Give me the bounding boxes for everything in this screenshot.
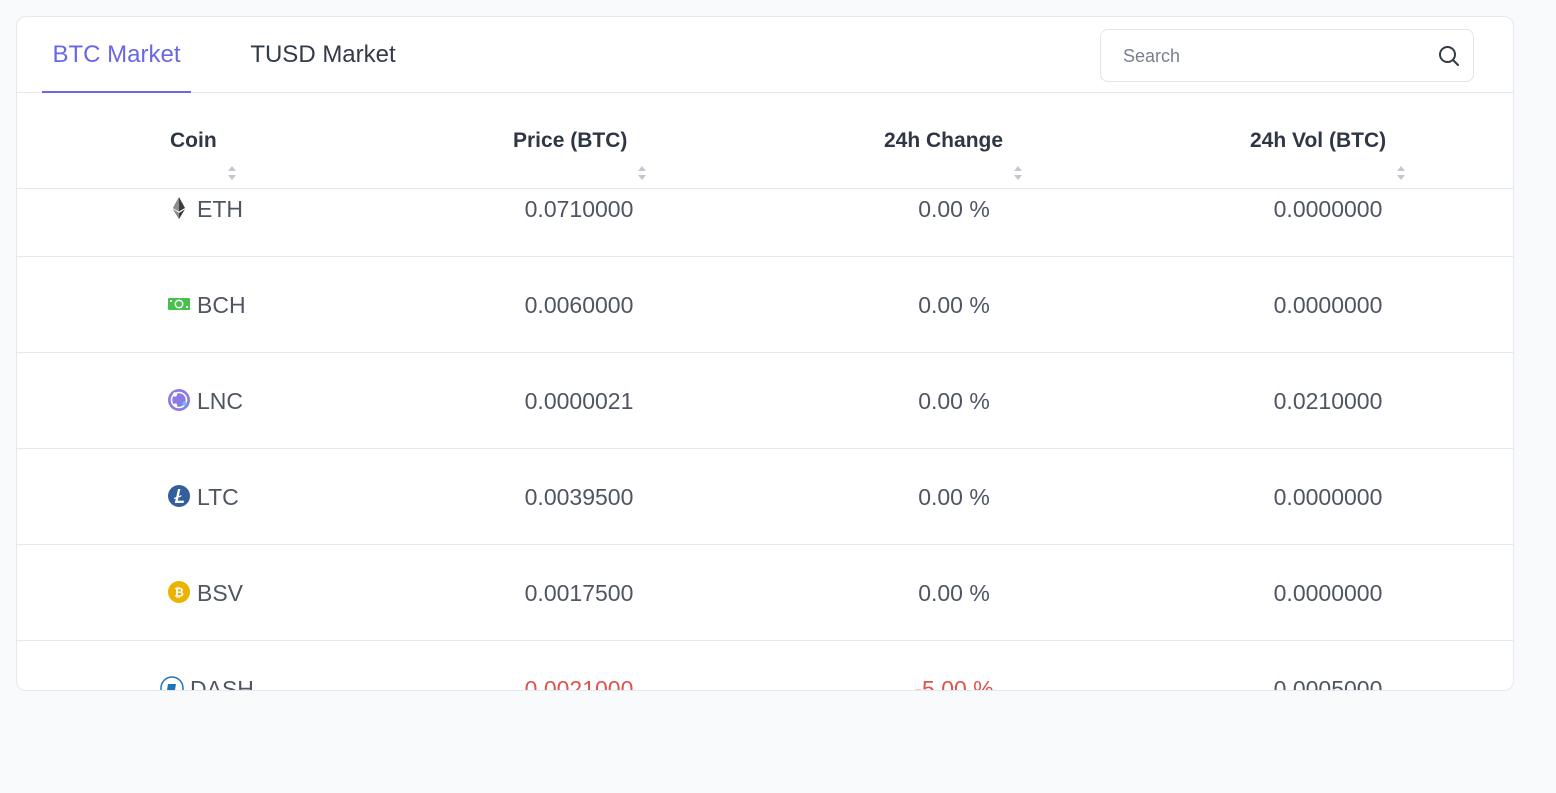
column-header-label: Price (BTC) (513, 129, 628, 152)
change-cell: 0.00 % (918, 196, 990, 222)
volume-cell: 0.0000000 (1273, 292, 1383, 318)
table-row[interactable]: ETH 0.0710000 0.00 % 0.0000000 (17, 189, 1513, 257)
coin-cell: LNC (167, 353, 243, 449)
coin-symbol: DASH (190, 676, 254, 691)
linker-coin-icon (167, 388, 191, 412)
column-header-label: 24h Change (884, 129, 1004, 152)
sort-icon[interactable] (1013, 129, 1023, 181)
coin-cell: LTC (167, 449, 239, 545)
coin-symbol: BSV (197, 580, 244, 606)
coin-symbol: ETH (197, 196, 243, 222)
coin-cell: DASH (160, 641, 254, 691)
volume-cell: 0.0005000 (1273, 676, 1383, 691)
coin-cell: BCH (167, 257, 246, 353)
coin-symbol: LNC (197, 388, 244, 414)
change-cell: -5.00 % (914, 676, 994, 691)
coin-symbol: LTC (197, 484, 239, 510)
dash-icon (160, 676, 184, 690)
tab-btc-market[interactable]: BTC Market (42, 17, 191, 93)
change-cell: 0.00 % (918, 292, 990, 318)
table-row[interactable]: LNC 0.0000021 0.00 % 0.0210000 (17, 353, 1513, 449)
column-header-price[interactable]: Price (BTC) (513, 93, 647, 188)
price-cell: 0.0710000 (524, 196, 634, 222)
table-row[interactable]: DASH 0.0021000 -5.00 % 0.0005000 (17, 641, 1513, 691)
coin-cell: ₿ BSV (167, 545, 243, 641)
price-cell: 0.0060000 (524, 292, 634, 318)
column-header-label: Coin (170, 129, 217, 152)
change-cell: 0.00 % (918, 484, 990, 510)
volume-cell: 0.0000000 (1273, 580, 1383, 606)
market-tabs: BTC Market TUSD Market (17, 17, 1513, 93)
change-cell: 0.00 % (918, 580, 990, 606)
bitcoin-sv-icon: ₿ (167, 580, 191, 604)
ethereum-icon (167, 196, 191, 220)
table-row[interactable]: LTC 0.0039500 0.00 % 0.0000000 (17, 449, 1513, 545)
column-header-coin[interactable]: Coin (170, 93, 237, 188)
sort-icon[interactable] (637, 129, 647, 181)
price-cell: 0.0021000 (524, 676, 634, 691)
sort-icon[interactable] (227, 129, 237, 181)
table-body[interactable]: ETH 0.0710000 0.00 % 0.0000000 BCH 0.006… (17, 189, 1513, 691)
search-box (1100, 29, 1474, 83)
coin-symbol: BCH (197, 292, 246, 318)
column-header-change[interactable]: 24h Change (884, 93, 1023, 188)
search-input[interactable] (1121, 30, 1425, 83)
svg-text:₿: ₿ (174, 585, 184, 599)
volume-cell: 0.0000000 (1273, 484, 1383, 510)
sort-icon[interactable] (1396, 129, 1406, 181)
table-row[interactable]: ₿ BSV 0.0017500 0.00 % 0.0000000 (17, 545, 1513, 641)
change-cell: 0.00 % (918, 388, 990, 414)
price-cell: 0.0039500 (524, 484, 634, 510)
search-icon[interactable] (1437, 44, 1461, 68)
volume-cell: 0.0210000 (1273, 388, 1383, 414)
bitcoin-cash-icon (167, 292, 191, 316)
volume-cell: 0.0000000 (1273, 196, 1383, 222)
tab-tusd-market[interactable]: TUSD Market (243, 17, 403, 92)
market-card: BTC Market TUSD Market Coin Price (BTC) … (16, 16, 1514, 691)
table-header: Coin Price (BTC) 24h Change 24h Vol (BTC… (17, 93, 1513, 189)
table-row[interactable]: BCH 0.0060000 0.00 % 0.0000000 (17, 257, 1513, 353)
litecoin-icon (167, 484, 191, 508)
column-header-label: 24h Vol (BTC) (1250, 129, 1387, 152)
column-header-volume[interactable]: 24h Vol (BTC) (1250, 93, 1406, 188)
price-cell: 0.0000021 (524, 388, 634, 414)
price-cell: 0.0017500 (524, 580, 634, 606)
coin-cell: ETH (167, 189, 243, 257)
